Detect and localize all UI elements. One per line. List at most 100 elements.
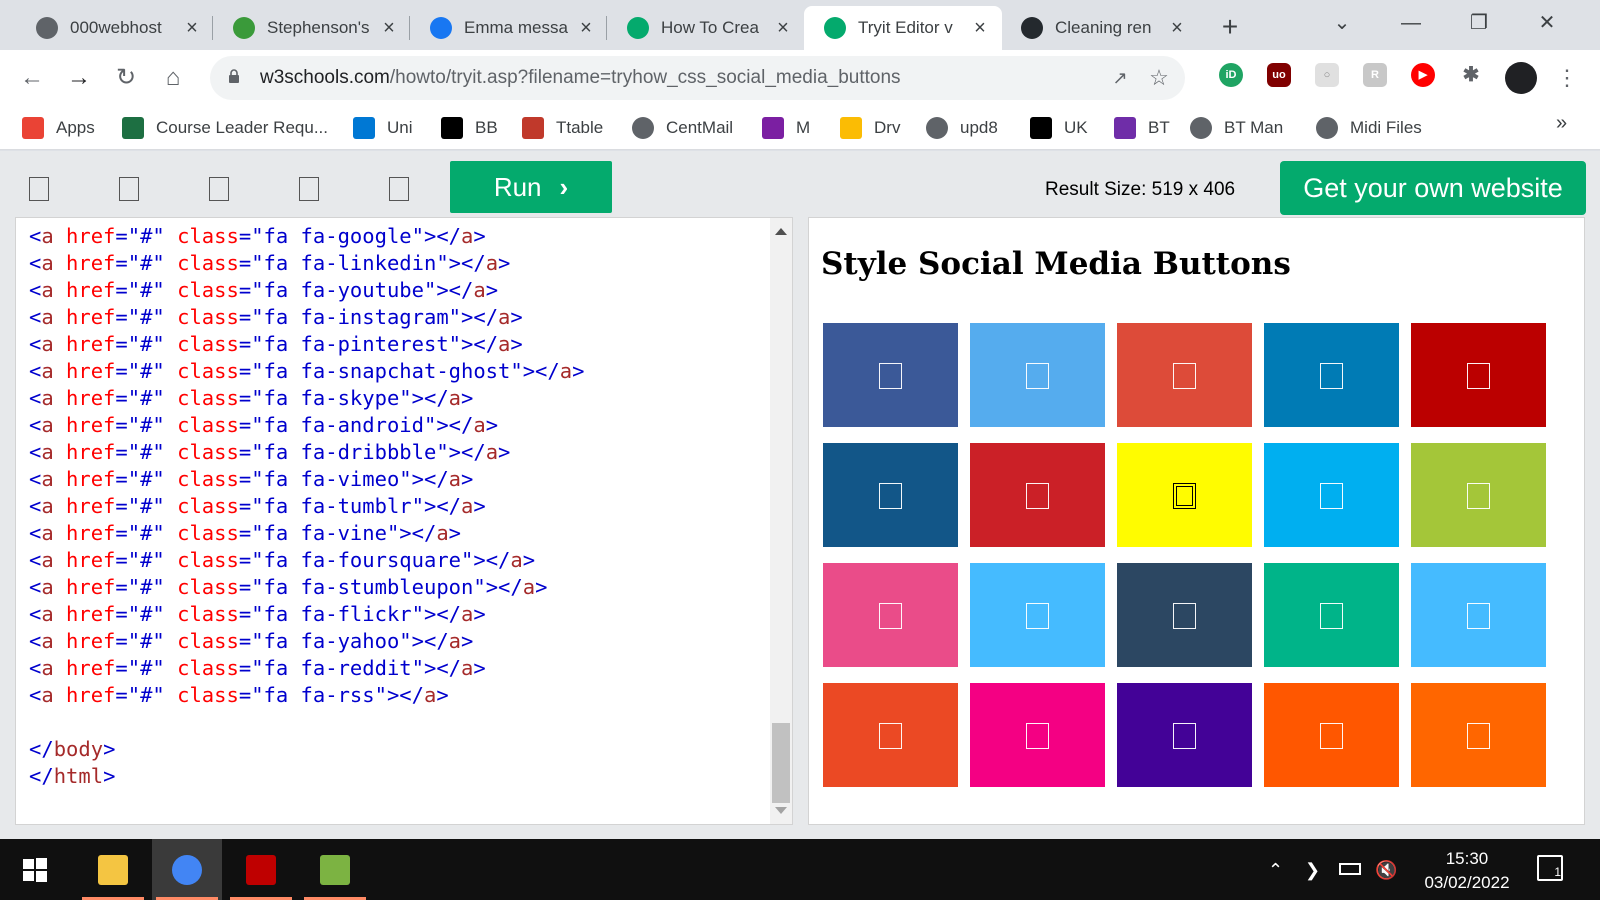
code-line: <a href="#" class="fa fa-vimeo"></a> — [29, 467, 474, 491]
show-hidden-icons-icon[interactable]: ⌃ — [1268, 859, 1283, 881]
social-button-twitter[interactable] — [970, 323, 1105, 427]
extension-grey-icon[interactable]: ○ — [1315, 63, 1339, 87]
tumblr-icon — [1173, 603, 1196, 629]
tab-close-icon[interactable]: × — [576, 18, 596, 38]
scroll-thumb[interactable] — [772, 723, 790, 803]
social-button-vine[interactable] — [1264, 563, 1399, 667]
bookmark-item[interactable]: BT Man — [1190, 114, 1283, 142]
browser-tab[interactable]: Stephenson's × — [213, 6, 411, 50]
reload-icon[interactable]: ↻ — [110, 62, 142, 94]
social-button-linkedin[interactable] — [1264, 323, 1399, 427]
tab-close-icon[interactable]: × — [773, 18, 793, 38]
bookmark-item[interactable]: BB — [441, 114, 498, 142]
bookmark-item[interactable]: UK — [1030, 114, 1088, 142]
tab-search-chevron-icon[interactable]: ⌄ — [1322, 8, 1362, 40]
minimize-icon[interactable]: — — [1391, 8, 1431, 40]
scroll-up-arrow-icon[interactable] — [775, 228, 787, 235]
code-editor[interactable]: <a href="#" class="fa fa-google"></a> <a … — [15, 217, 793, 825]
url-text[interactable]: w3schools.com/howto/tryit.asp?filename=t… — [260, 67, 901, 89]
tab-close-icon[interactable]: × — [1167, 18, 1187, 38]
extension-r-icon[interactable]: R — [1363, 63, 1387, 87]
bookmark-item[interactable]: Course Leader Requ... — [122, 114, 328, 142]
bookmark-item[interactable]: Ttable — [522, 114, 603, 142]
lock-icon[interactable] — [228, 69, 240, 83]
extensions-puzzle-icon[interactable]: ✱ — [1459, 63, 1483, 87]
save-icon[interactable] — [389, 177, 409, 201]
menu-icon[interactable] — [29, 177, 49, 201]
code-line: <a href="#" class="fa fa-foursquare"></a… — [29, 548, 536, 572]
taskbar-app-filezilla[interactable] — [226, 839, 296, 900]
extension-green-icon[interactable]: iD — [1219, 63, 1243, 87]
tab-title: Stephenson's — [267, 18, 370, 37]
bookmark-item[interactable]: Midi Files — [1316, 114, 1422, 142]
tab-close-icon[interactable]: × — [182, 18, 202, 38]
restore-icon[interactable]: ❐ — [1459, 8, 1499, 40]
browser-tab[interactable]: How To Crea × — [607, 6, 805, 50]
code-line: <a href="#" class="fa fa-linkedin"></a> — [29, 251, 511, 275]
taskbar-app-notepad-plus[interactable] — [300, 839, 370, 900]
social-button-foursquare[interactable] — [1411, 563, 1546, 667]
browser-tab[interactable]: Emma messa × — [410, 6, 608, 50]
social-button-rss[interactable] — [1411, 683, 1546, 787]
social-button-dribbble[interactable] — [823, 563, 958, 667]
orientation-icon[interactable] — [209, 177, 229, 201]
browser-tab[interactable]: Cleaning ren × — [1001, 6, 1199, 50]
back-arrow-icon[interactable]: ← — [16, 62, 48, 94]
home-link-icon[interactable] — [119, 177, 139, 201]
address-bar[interactable]: w3schools.com/howto/tryit.asp?filename=t… — [210, 56, 1185, 100]
profile-avatar[interactable] — [1505, 62, 1537, 94]
volume-muted-icon[interactable]: 🔇 — [1375, 859, 1397, 881]
bookmark-item[interactable]: upd8 — [926, 114, 998, 142]
timetable-icon — [522, 117, 544, 139]
social-button-reddit[interactable] — [1264, 683, 1399, 787]
bookmark-star-icon[interactable]: ☆ — [1147, 66, 1171, 90]
social-button-stumbleupon[interactable] — [823, 683, 958, 787]
social-button-flickr[interactable] — [970, 683, 1105, 787]
social-button-snapchat-ghost[interactable] — [1117, 443, 1252, 547]
social-button-youtube[interactable] — [1411, 323, 1546, 427]
theme-icon[interactable] — [299, 177, 319, 201]
social-button-instagram[interactable] — [823, 443, 958, 547]
social-button-skype[interactable] — [1264, 443, 1399, 547]
share-icon[interactable]: ↗ — [1108, 66, 1132, 90]
forward-arrow-icon[interactable]: → — [63, 62, 95, 94]
social-button-pinterest[interactable] — [970, 443, 1105, 547]
bookmark-item[interactable]: BT — [1114, 114, 1170, 142]
bookmark-item[interactable]: Drv — [840, 114, 900, 142]
get-your-own-website-button[interactable]: Get your own website — [1280, 161, 1586, 215]
social-button-tumblr[interactable] — [1117, 563, 1252, 667]
run-button[interactable]: Run › — [450, 161, 612, 213]
bookmark-item[interactable]: Uni — [353, 114, 413, 142]
video-extension-icon[interactable]: ▶ — [1411, 63, 1435, 87]
bookmarks-overflow-icon[interactable]: » — [1556, 112, 1567, 135]
tab-close-icon[interactable]: × — [970, 18, 990, 38]
tab-close-icon[interactable]: × — [379, 18, 399, 38]
social-button-google[interactable] — [1117, 323, 1252, 427]
social-button-yahoo[interactable] — [1117, 683, 1252, 787]
bookmark-label: BB — [475, 118, 498, 137]
battery-icon[interactable] — [1339, 863, 1361, 875]
bookmark-item[interactable]: M — [762, 114, 810, 142]
notifications-icon[interactable]: 1 — [1537, 855, 1563, 881]
ublock-icon[interactable]: uo — [1267, 63, 1291, 87]
windows-start-icon[interactable] — [0, 839, 70, 900]
code-scrollbar[interactable] — [770, 218, 792, 824]
browser-tab[interactable]: 000webhost × — [16, 6, 214, 50]
google-icon — [1173, 363, 1196, 389]
home-icon[interactable]: ⌂ — [157, 62, 189, 94]
social-button-facebook[interactable] — [823, 323, 958, 427]
social-button-vimeo[interactable] — [970, 563, 1105, 667]
taskbar-app-file-explorer[interactable] — [78, 839, 148, 900]
bookmark-item[interactable]: CentMail — [632, 114, 733, 142]
taskbar-app-chrome[interactable] — [152, 839, 222, 900]
browser-tab[interactable]: Tryit Editor v × — [804, 6, 1002, 50]
wifi-icon[interactable]: ❯ — [1305, 859, 1320, 881]
social-button-android[interactable] — [1411, 443, 1546, 547]
window-close-icon[interactable]: ✕ — [1527, 8, 1567, 40]
code-line: <a href="#" class="fa fa-tumblr"></a> — [29, 494, 486, 518]
scroll-down-arrow-icon[interactable] — [775, 807, 787, 814]
more-menu-icon[interactable]: ⋮ — [1551, 62, 1583, 94]
bookmark-item[interactable]: Apps — [22, 114, 95, 142]
new-tab-plus-icon[interactable]: + — [1214, 12, 1246, 44]
system-clock[interactable]: 15:30 03/02/2022 — [1412, 847, 1522, 895]
